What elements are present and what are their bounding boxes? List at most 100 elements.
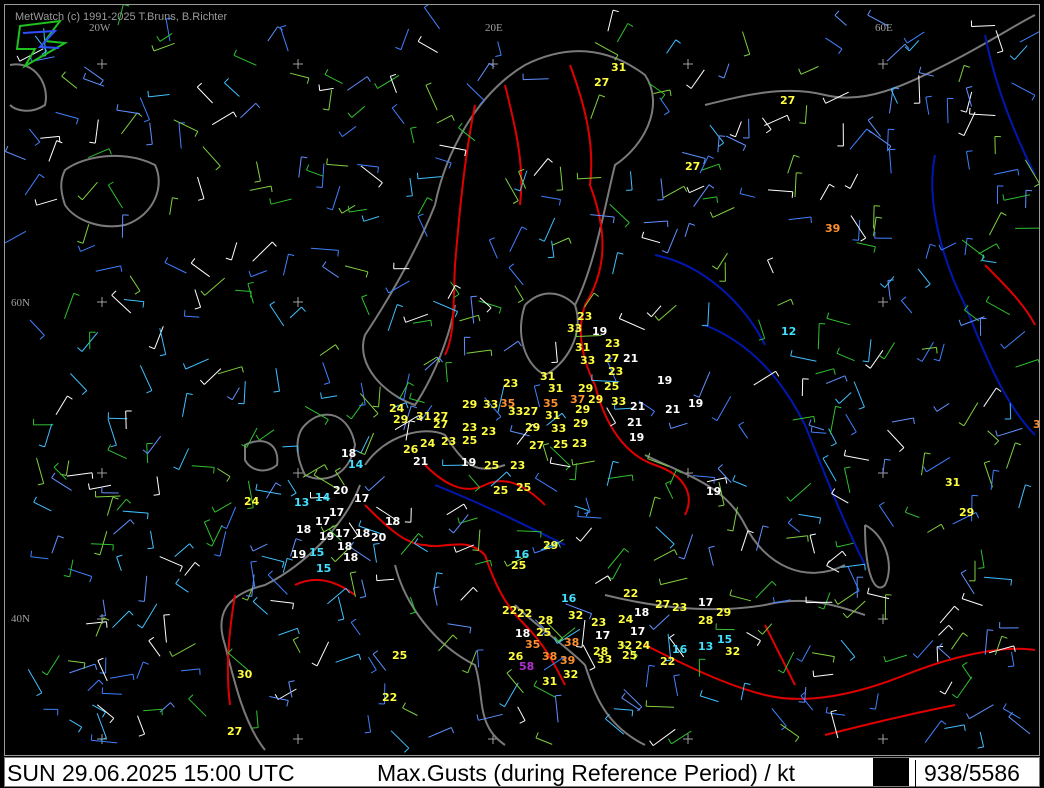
gust-value: 23: [608, 365, 623, 378]
wind-barb-flag: [224, 78, 229, 84]
wind-barb: [971, 25, 996, 27]
wind-barb-flag: [512, 200, 519, 204]
wind-barb-flag: [306, 77, 310, 84]
wind-barb: [24, 173, 40, 196]
wind-barb-flag: [739, 187, 743, 194]
wind-barb-flag: [844, 185, 851, 189]
wind-barb: [790, 355, 817, 362]
wind-barb: [552, 237, 570, 246]
wind-barb-flag: [365, 271, 369, 278]
wind-barb: [643, 220, 668, 224]
wind-barb-flag: [164, 257, 169, 263]
wind-barb-flag: [650, 411, 655, 417]
wind-barb-flag: [929, 243, 936, 247]
wind-barbs: [0, 3, 1044, 753]
wind-barb-flag: [569, 478, 576, 481]
wind-barb-flag: [808, 419, 812, 426]
wind-barb: [849, 173, 859, 189]
wind-barb-flag: [143, 119, 150, 123]
wind-barb-flag: [322, 108, 329, 111]
wind-barb-flag: [226, 396, 233, 401]
wind-barb-flag: [77, 347, 83, 352]
wind-barb: [249, 185, 272, 191]
gust-value: 12: [781, 325, 796, 338]
wind-barb-flag: [410, 126, 417, 129]
wind-barb-flag: [618, 312, 623, 319]
wind-barb-flag: [631, 710, 634, 717]
gust-value: 19: [629, 431, 644, 444]
gust-value: 23: [441, 435, 456, 448]
wind-barb: [169, 197, 173, 215]
wind-barb: [577, 516, 602, 519]
wind-barb: [231, 387, 240, 400]
wind-barb: [90, 543, 114, 546]
wind-barb: [762, 623, 773, 635]
gust-value: 17: [595, 629, 610, 642]
wind-barb: [535, 477, 558, 492]
wind-barb: [102, 692, 122, 695]
wind-barb: [55, 111, 79, 120]
gust-value: 25: [511, 559, 526, 572]
gust-value: 39: [825, 222, 840, 235]
wind-barb-flag: [900, 296, 907, 301]
wind-barb: [269, 696, 289, 701]
wind-barb: [27, 668, 43, 694]
wind-barb-flag: [1015, 442, 1022, 446]
wind-barb-flag: [450, 727, 455, 734]
wind-barb-flag: [220, 525, 227, 530]
wind-barb: [378, 386, 381, 407]
gust-value: 33: [551, 422, 566, 435]
wind-barb: [882, 459, 886, 474]
wind-barb: [906, 31, 925, 44]
wind-barb: [660, 178, 664, 200]
wind-barb-flag: [568, 237, 572, 244]
gust-value: 25: [516, 481, 531, 494]
wind-barb: [584, 292, 595, 308]
wind-barb-flag: [451, 115, 455, 121]
wind-barb-flag: [842, 612, 848, 619]
wind-barb: [453, 514, 469, 534]
wind-barb: [331, 186, 341, 210]
gust-value: 31: [416, 410, 431, 423]
wind-barb-flag: [701, 324, 708, 327]
wind-barb-flag: [30, 550, 33, 557]
wind-barb: [266, 482, 277, 499]
wind-barb-flag: [1010, 579, 1013, 586]
gust-value: 39: [560, 654, 575, 667]
wind-barb: [1011, 652, 1015, 667]
gust-value: 23: [591, 616, 606, 629]
wind-barb: [845, 413, 857, 433]
wind-barb: [630, 171, 633, 191]
wind-barb: [417, 40, 438, 54]
wind-barb-flag: [295, 538, 302, 542]
wind-barb-flag: [359, 596, 366, 599]
wind-barb-flag: [254, 180, 261, 183]
wind-barb: [66, 472, 93, 477]
wind-barb-flag: [519, 720, 526, 724]
wind-barb-flag: [226, 476, 231, 482]
wind-barb-flag: [744, 682, 751, 685]
wind-barb: [116, 498, 127, 511]
wind-barb-flag: [966, 237, 973, 240]
wind-barb: [653, 549, 675, 561]
wind-barb: [732, 480, 747, 487]
wind-barb: [926, 456, 951, 473]
wind-barb-flag: [99, 80, 104, 86]
wind-barb-flag: [738, 421, 745, 426]
wind-barb-flag: [39, 335, 45, 340]
wind-barb-flag: [275, 482, 282, 487]
wind-barb-flag: [718, 75, 725, 79]
wind-barb: [607, 474, 633, 480]
wind-barb: [252, 241, 273, 262]
map-canvas[interactable]: 31 27 27 27 39 23 33 19 23 31 33 27 21 23 12 31 19 23 31 29…: [0, 3, 1044, 756]
wind-barb: [112, 610, 130, 629]
wind-barb-flag: [835, 405, 842, 409]
wind-barb: [764, 114, 788, 127]
wind-barb-flag: [922, 466, 927, 473]
wind-barb: [717, 468, 732, 483]
wind-barb: [988, 212, 1002, 236]
wind-barb: [838, 392, 852, 404]
wind-barb-flag: [248, 270, 252, 277]
wind-barb-flag: [318, 84, 321, 91]
wind-barb: [344, 265, 369, 273]
